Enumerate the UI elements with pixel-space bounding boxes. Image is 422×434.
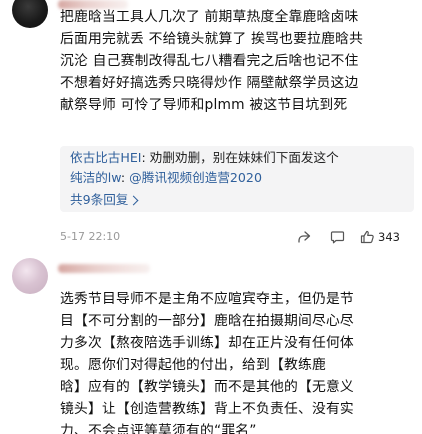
reply-text: 劝删劝删，别在妹妹们下面发这个 xyxy=(149,150,339,165)
reply-item[interactable]: 依古比古HEI: 劝删劝删，别在妹妹们下面发这个 xyxy=(70,148,339,168)
reply-author[interactable]: 纯洁的lw xyxy=(70,170,121,185)
comment-text: 选秀节目导师不是主角不应喧宾夺主，但仍是节 目【不可分割的一部分】鹿晗在拍摄期间… xyxy=(60,288,416,434)
reply-author[interactable]: 依古比古HEI xyxy=(70,150,142,165)
comment-text-line: 力、不会点评等莫须有的“罪名” xyxy=(60,423,257,434)
comment-icon[interactable] xyxy=(330,228,345,246)
comment-feed: 把鹿晗当工具人几次了 前期草热度全靠鹿晗卤味 后面用完就丢 不给镜头就算了 挨骂… xyxy=(0,0,422,434)
avatar[interactable] xyxy=(12,0,48,28)
reply-separator: : xyxy=(141,150,150,165)
comment-meta-row: 5-17 22:10 343 xyxy=(60,228,416,246)
comment-text-line: 不想着好好搞选秀只晓得炒作 隔壁献祭学员这边 xyxy=(60,75,359,91)
timestamp: 5-17 22:10 xyxy=(60,230,121,243)
comment-item: 选秀节目导师不是主角不应喧宾夺主，但仍是节 目【不可分割的一部分】鹿晗在拍摄期间… xyxy=(0,250,422,434)
comment-text: 把鹿晗当工具人几次了 前期草热度全靠鹿晗卤味 后面用完就丢 不给镜头就算了 挨骂… xyxy=(60,6,416,116)
chevron-right-icon xyxy=(128,195,139,206)
comment-text-line: 把鹿晗当工具人几次了 前期草热度全靠鹿晗卤味 xyxy=(60,9,359,25)
view-more-replies-link[interactable]: 共9条回复 xyxy=(70,190,139,210)
more-replies-label: 共9条回复 xyxy=(70,192,129,207)
username-blurred[interactable] xyxy=(58,264,150,273)
comment-text-line: 选秀节目导师不是主角不应喧宾夺主，但仍是节 xyxy=(60,291,354,307)
avatar[interactable] xyxy=(12,258,48,294)
like-count: 343 xyxy=(378,230,400,244)
reply-mention-link[interactable]: @腾讯视频创造营2020 xyxy=(129,170,262,185)
comment-text-line: 镜头】让【创造营教练】背上不负责任、没有实 xyxy=(60,401,354,417)
comment-text-line: 目【不可分割的一部分】鹿晗在拍摄期间尽心尽 xyxy=(60,313,354,329)
comment-text-line: 现。愿你们对得起他的付出，给到【教练鹿 xyxy=(60,357,326,373)
comment-text-line: 献祭导师 可怜了导师和plmm 被这节目坑到死 xyxy=(60,97,348,113)
share-icon[interactable] xyxy=(297,228,311,246)
reply-item[interactable]: 纯洁的lw: @腾讯视频创造营2020 xyxy=(70,168,262,188)
reply-separator: : xyxy=(120,170,130,185)
comment-text-line: 力多次【熬夜陪选手训练】却在正片没有任何体 xyxy=(60,335,354,351)
like-icon xyxy=(360,230,375,244)
comment-text-line: 沉沦 自己赛制改得乱七八糟看完之后啥也记不住 xyxy=(60,53,359,69)
reply-preview-box[interactable]: 依古比古HEI: 劝删劝删，别在妹妹们下面发这个 纯洁的lw: @腾讯视频创造营… xyxy=(60,146,414,212)
comment-text-line: 晗】应有的【教学镜头】而不是其他的【无意义 xyxy=(60,379,354,395)
like-button[interactable]: 343 xyxy=(360,228,400,246)
comment-item: 把鹿晗当工具人几次了 前期草热度全靠鹿晗卤味 后面用完就丢 不给镜头就算了 挨骂… xyxy=(0,0,422,250)
comment-text-line: 后面用完就丢 不给镜头就算了 挨骂也要拉鹿晗共 xyxy=(60,31,364,47)
